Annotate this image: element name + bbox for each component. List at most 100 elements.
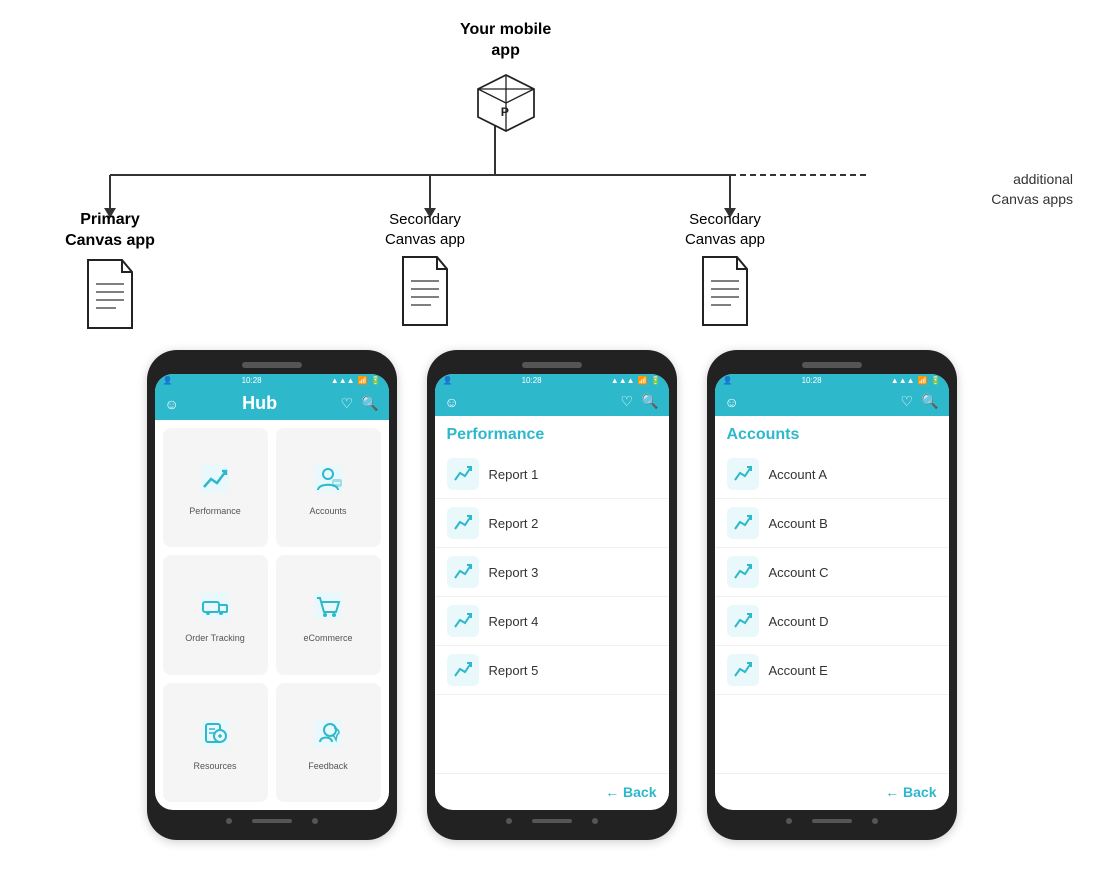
list-item-accountB[interactable]: Account B	[715, 499, 949, 548]
list-item-report1[interactable]: Report 1	[435, 450, 669, 499]
nav-recent-btn	[312, 818, 318, 824]
status-time-acc: 10:28	[802, 376, 822, 385]
list-item-accountE[interactable]: Account E	[715, 646, 949, 695]
nav-home-bar-3	[812, 819, 852, 823]
status-person-icon-3: 👤	[723, 376, 733, 385]
secondary-label-1: SecondaryCanvas app	[385, 210, 465, 249]
phone-notch-hub	[242, 362, 302, 368]
report4-label: Report 4	[489, 614, 539, 629]
accounts-list: Account A Account B	[715, 450, 949, 773]
user-icon: ☺	[165, 396, 179, 412]
list-item-report2[interactable]: Report 2	[435, 499, 669, 548]
report2-icon	[447, 507, 479, 539]
status-bar-hub: 👤 10:28 ▲▲▲ 📶 🔋	[155, 374, 389, 387]
secondary-label-2: SecondaryCanvas app	[685, 210, 765, 249]
accounts-label: Accounts	[309, 506, 346, 516]
performance-screen: 👤 10:28 ▲▲▲ 📶 🔋 ☺ ♡ 🔍 Performance	[435, 374, 669, 810]
report2-label: Report 2	[489, 516, 539, 531]
accountE-icon	[727, 654, 759, 686]
accounts-icon	[312, 463, 344, 500]
hub-tile-performance[interactable]: Performance	[163, 428, 268, 547]
accountB-icon	[727, 507, 759, 539]
acc-header-icons: ♡ 🔍	[900, 393, 938, 410]
report5-icon	[447, 654, 479, 686]
signal-icon: ▲▲▲	[331, 376, 355, 385]
secondary-canvas-node-1: SecondaryCanvas app	[360, 210, 490, 327]
phone-bottom-acc	[715, 810, 949, 826]
mobile-app-label: Your mobileapp	[460, 20, 551, 62]
accountD-icon	[727, 605, 759, 637]
performance-section-title: Performance	[435, 416, 669, 450]
accountE-label: Account E	[769, 663, 828, 678]
nav-back-btn-3	[786, 818, 792, 824]
status-person-icon: 👤	[163, 376, 173, 385]
user-icon-2: ☺	[445, 394, 459, 410]
hub-header: ☺ Hub ♡ 🔍	[155, 387, 389, 420]
list-item-accountC[interactable]: Account C	[715, 548, 949, 597]
nav-home-bar-2	[532, 819, 572, 823]
report3-icon	[447, 556, 479, 588]
wifi-icon: 📶	[358, 376, 368, 385]
phones-row: 👤 10:28 ▲▲▲ 📶 🔋 ☺ Hub ♡ 🔍	[0, 340, 1103, 840]
wifi-icon-3: 📶	[918, 376, 928, 385]
list-item-report4[interactable]: Report 4	[435, 597, 669, 646]
hub-tile-ecommerce[interactable]: eCommerce	[276, 555, 381, 674]
resources-icon	[199, 718, 231, 755]
nav-back-btn	[226, 818, 232, 824]
phone-hub: 👤 10:28 ▲▲▲ 📶 🔋 ☺ Hub ♡ 🔍	[147, 350, 397, 840]
perf-header-icons: ♡ 🔍	[620, 393, 658, 410]
performance-label: Performance	[189, 506, 241, 516]
wifi-icon-2: 📶	[638, 376, 648, 385]
search-icon-2: 🔍	[641, 393, 658, 410]
resources-label: Resources	[193, 761, 236, 771]
phone-notch-perf	[522, 362, 582, 368]
report1-icon	[447, 458, 479, 490]
phone-performance: 👤 10:28 ▲▲▲ 📶 🔋 ☺ ♡ 🔍 Performance	[427, 350, 677, 840]
nav-recent-btn-3	[872, 818, 878, 824]
feedback-icon	[312, 718, 344, 755]
battery-icon-3: 🔋	[931, 376, 941, 385]
performance-back-button[interactable]: ← Back	[435, 773, 669, 810]
hub-tile-ordertracking[interactable]: Order Tracking	[163, 555, 268, 674]
nav-home-bar	[252, 819, 292, 823]
list-item-report5[interactable]: Report 5	[435, 646, 669, 695]
hub-grid: Performance Accounts	[155, 420, 389, 810]
hub-tile-feedback[interactable]: Feedback	[276, 683, 381, 802]
accountA-icon	[727, 458, 759, 490]
phone-notch-acc	[802, 362, 862, 368]
nav-recent-btn-2	[592, 818, 598, 824]
hub-title: Hub	[242, 393, 277, 414]
hub-screen: 👤 10:28 ▲▲▲ 📶 🔋 ☺ Hub ♡ 🔍	[155, 374, 389, 810]
secondary-canvas-node-2: SecondaryCanvas app	[660, 210, 790, 327]
list-item-accountD[interactable]: Account D	[715, 597, 949, 646]
status-time-perf: 10:28	[522, 376, 542, 385]
report3-label: Report 3	[489, 565, 539, 580]
report5-label: Report 5	[489, 663, 539, 678]
ordertracking-icon	[199, 590, 231, 627]
list-item-accountA[interactable]: Account A	[715, 450, 949, 499]
accounts-section-title: Accounts	[715, 416, 949, 450]
signal-icon-2: ▲▲▲	[611, 376, 635, 385]
hub-header-icons: ♡ 🔍	[340, 395, 378, 412]
feedback-label: Feedback	[308, 761, 348, 771]
accountC-icon	[727, 556, 759, 588]
primary-label: PrimaryCanvas app	[65, 210, 155, 252]
status-icons-acc: ▲▲▲ 📶 🔋	[891, 376, 941, 385]
ecommerce-icon	[312, 590, 344, 627]
search-icon-3: 🔍	[921, 393, 938, 410]
signal-icon-3: ▲▲▲	[891, 376, 915, 385]
hub-tile-resources[interactable]: Resources	[163, 683, 268, 802]
accountB-label: Account B	[769, 516, 828, 531]
performance-icon	[199, 463, 231, 500]
bell-icon-3: ♡	[900, 393, 913, 410]
accounts-back-button[interactable]: ← Back	[715, 773, 949, 810]
hub-tile-accounts[interactable]: Accounts	[276, 428, 381, 547]
report4-icon	[447, 605, 479, 637]
list-item-report3[interactable]: Report 3	[435, 548, 669, 597]
phone-accounts: 👤 10:28 ▲▲▲ 📶 🔋 ☺ ♡ 🔍 Accounts	[707, 350, 957, 840]
performance-list: Report 1 Report 2	[435, 450, 669, 773]
mobile-app-node: Your mobileapp P	[460, 20, 551, 138]
accounts-header: ☺ ♡ 🔍	[715, 387, 949, 416]
accountA-label: Account A	[769, 467, 828, 482]
battery-icon-2: 🔋	[651, 376, 661, 385]
